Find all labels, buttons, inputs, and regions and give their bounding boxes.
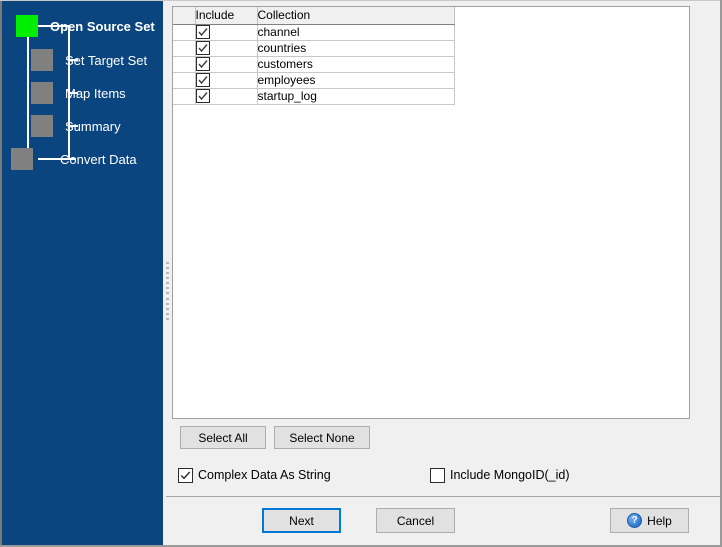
collection-name-cell[interactable]: channel — [257, 24, 454, 40]
sidebar-step-summary[interactable]: Summary — [31, 115, 121, 137]
table-row[interactable]: channel — [173, 24, 454, 40]
include-checkbox-checked-icon[interactable] — [196, 73, 210, 87]
collection-name-cell[interactable]: employees — [257, 72, 454, 88]
include-mongoid-option[interactable]: Include MongoID(_id) — [430, 466, 570, 484]
include-mongoid-label: Include MongoID(_id) — [450, 468, 570, 482]
collection-name-cell[interactable]: startup_log — [257, 88, 454, 104]
complex-data-as-string-checkbox-checked-icon[interactable] — [178, 468, 193, 483]
collection-table-body: channel countries — [173, 24, 454, 104]
sidebar-step-map-items[interactable]: Map Items — [31, 82, 126, 104]
sidebar-step-convert-data[interactable]: Convert Data — [11, 148, 137, 170]
step-marker-summary — [31, 115, 53, 137]
panel-splitter[interactable] — [163, 0, 171, 547]
row-selector-cell[interactable] — [173, 40, 195, 56]
sidebar-step-open-source-set[interactable]: Open Source Set — [16, 15, 155, 37]
select-none-button[interactable]: Select None — [274, 426, 370, 449]
step-marker-map-items — [31, 82, 53, 104]
row-selector-cell[interactable] — [173, 56, 195, 72]
table-header-row: Include Collection — [173, 7, 454, 24]
column-header-rowselector[interactable] — [173, 7, 195, 24]
cancel-button[interactable]: Cancel — [376, 508, 455, 533]
next-button[interactable]: Next — [262, 508, 341, 533]
row-selector-cell[interactable] — [173, 88, 195, 104]
table-row[interactable]: countries — [173, 40, 454, 56]
column-header-collection[interactable]: Collection — [257, 7, 454, 24]
include-checkbox-checked-icon[interactable] — [196, 89, 210, 103]
row-selector-cell[interactable] — [173, 72, 195, 88]
include-cell[interactable] — [195, 56, 257, 72]
include-cell[interactable] — [195, 72, 257, 88]
table-row[interactable]: customers — [173, 56, 454, 72]
include-cell[interactable] — [195, 40, 257, 56]
table-row[interactable]: startup_log — [173, 88, 454, 104]
collection-name-cell[interactable]: customers — [257, 56, 454, 72]
step-marker-set-target-set — [31, 49, 53, 71]
collection-list-panel[interactable]: Include Collection channel — [172, 6, 690, 419]
include-checkbox-checked-icon[interactable] — [196, 57, 210, 71]
step-label-map-items: Map Items — [65, 86, 126, 101]
wizard-step-sidebar: Open Source Set Set Target Set Map Items… — [0, 0, 163, 547]
source-set-panel: Include Collection channel — [171, 0, 722, 547]
wizard-window: Open Source Set Set Target Set Map Items… — [0, 0, 722, 547]
table-row[interactable]: employees — [173, 72, 454, 88]
step-label-summary: Summary — [65, 119, 121, 134]
complex-data-as-string-label: Complex Data As String — [198, 468, 331, 482]
question-mark-icon: ? — [627, 513, 642, 528]
column-header-include[interactable]: Include — [195, 7, 257, 24]
splitter-grip-icon — [165, 262, 169, 320]
step-label-convert-data: Convert Data — [60, 152, 137, 167]
include-checkbox-checked-icon[interactable] — [196, 25, 210, 39]
step-label-set-target-set: Set Target Set — [65, 53, 147, 68]
include-cell[interactable] — [195, 88, 257, 104]
include-checkbox-checked-icon[interactable] — [196, 41, 210, 55]
help-button-label: Help — [647, 514, 672, 528]
collection-name-cell[interactable]: countries — [257, 40, 454, 56]
step-marker-convert-data — [11, 148, 33, 170]
include-cell[interactable] — [195, 24, 257, 40]
step-marker-open-source-set — [16, 15, 38, 37]
step-connector-vertical — [27, 32, 29, 158]
row-selector-cell[interactable] — [173, 24, 195, 40]
collection-table: Include Collection channel — [173, 7, 455, 105]
step-list: Open Source Set Set Target Set Map Items… — [2, 0, 163, 180]
dialog-footer: Next Cancel ? Help — [166, 497, 722, 547]
step-label-open-source-set: Open Source Set — [50, 19, 155, 34]
include-mongoid-checkbox-unchecked-icon[interactable] — [430, 468, 445, 483]
sidebar-step-set-target-set[interactable]: Set Target Set — [31, 49, 147, 71]
help-button[interactable]: ? Help — [610, 508, 689, 533]
select-all-button[interactable]: Select All — [180, 426, 266, 449]
complex-data-as-string-option[interactable]: Complex Data As String — [178, 466, 331, 484]
window-top-edge — [0, 0, 722, 1]
